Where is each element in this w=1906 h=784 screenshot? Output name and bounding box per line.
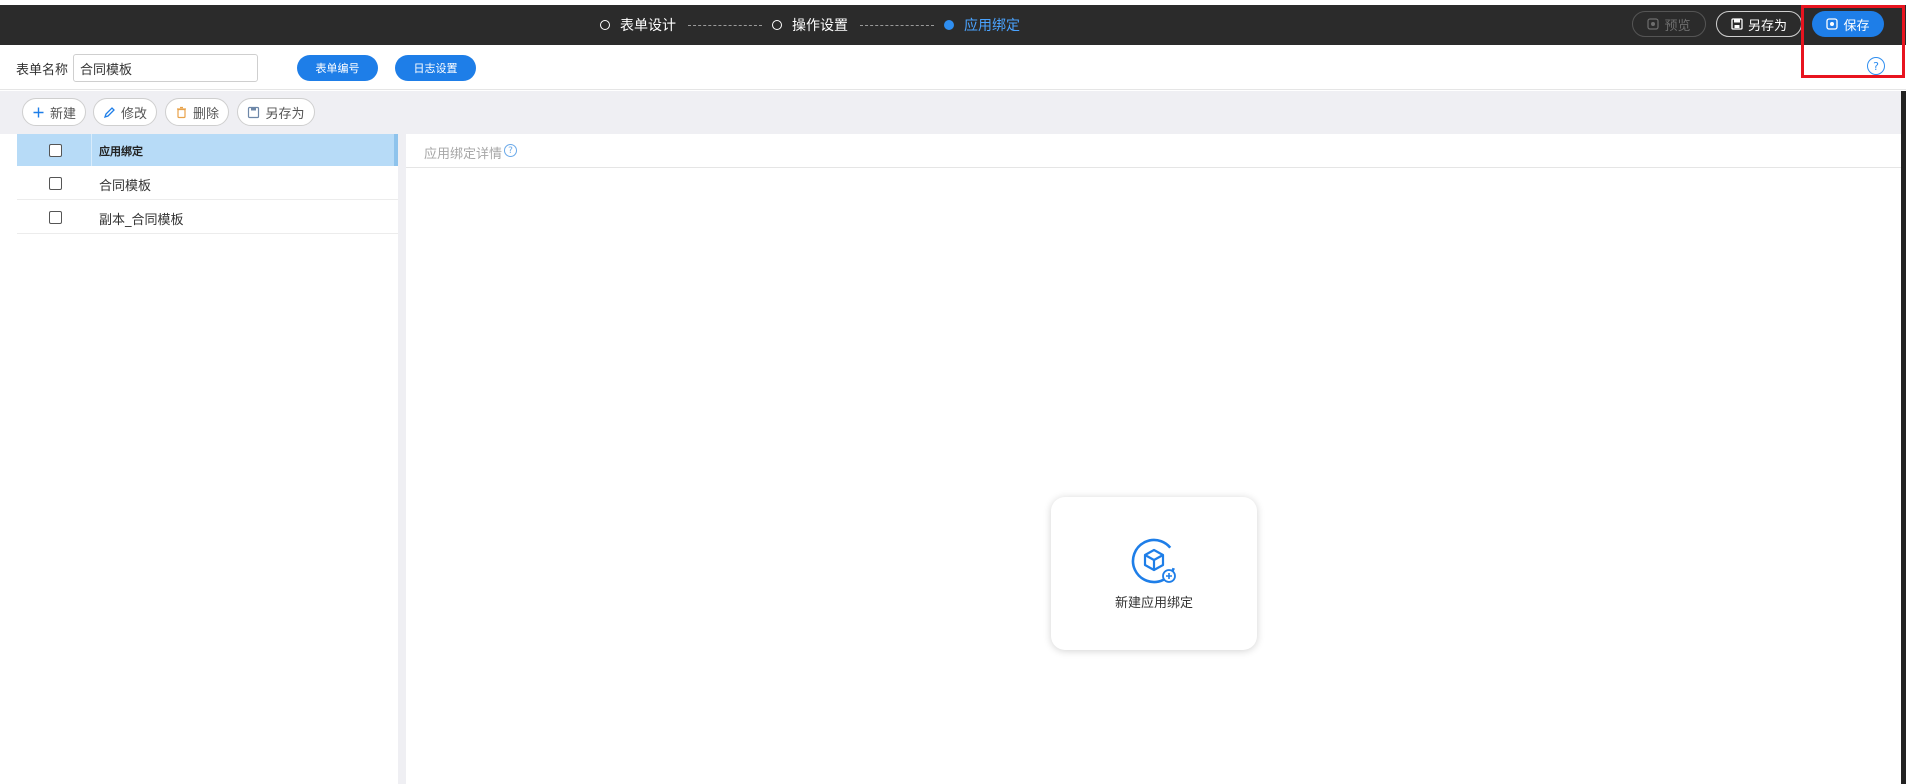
list-header-title: 应用绑定: [99, 145, 143, 158]
preview-label: 预览: [1664, 18, 1691, 34]
list-item[interactable]: 副本_合同模板: [17, 200, 398, 234]
step-operation-settings[interactable]: 操作设置: [772, 15, 848, 35]
save-as-icon: [1731, 18, 1743, 30]
trash-icon: [176, 106, 186, 118]
new-binding-label: 新建应用绑定: [1114, 596, 1193, 611]
binding-detail-panel: 应用绑定详情 ? 新建应用绑定: [406, 134, 1901, 784]
edit-button[interactable]: 修改: [93, 98, 157, 126]
plus-icon: [33, 107, 44, 117]
step-label: 表单设计: [620, 18, 676, 34]
step-dot-icon: [600, 20, 610, 30]
window-edge: [1901, 91, 1906, 784]
detail-title: 应用绑定详情: [424, 147, 503, 162]
new-button[interactable]: 新建: [22, 98, 86, 126]
toolbar-save-as-label: 另存为: [265, 106, 305, 122]
step-dot-icon: [772, 20, 782, 30]
step-form-design[interactable]: 表单设计: [600, 15, 676, 35]
preview-button[interactable]: 预览: [1632, 11, 1706, 37]
list-item-label: 合同模板: [99, 179, 152, 194]
header-divider: [91, 134, 92, 166]
save-as-label: 另存为: [1747, 18, 1787, 34]
row-checkbox[interactable]: [49, 177, 62, 190]
form-name-label: 表单名称: [16, 63, 69, 78]
top-bar: 表单设计 操作设置 应用绑定 预览 另存为 保存: [0, 5, 1906, 45]
delete-label: 删除: [192, 106, 219, 122]
save-as-icon: [248, 106, 260, 118]
form-number-button[interactable]: 表单编号: [297, 55, 378, 81]
save-as-button[interactable]: 另存为: [1716, 11, 1802, 37]
list-item-label: 副本_合同模板: [99, 213, 184, 228]
form-name-input[interactable]: [73, 54, 258, 82]
list-item[interactable]: 合同模板: [17, 166, 398, 200]
row-checkbox[interactable]: [49, 211, 62, 224]
step-app-binding[interactable]: 应用绑定: [944, 15, 1020, 35]
toolbar: 新建 修改 删除 另存为: [0, 91, 1906, 134]
step-indicator: 表单设计 操作设置 应用绑定: [600, 5, 1020, 45]
log-settings-button[interactable]: 日志设置: [395, 55, 476, 81]
step-label: 操作设置: [792, 18, 848, 34]
step-separator: [860, 24, 934, 26]
question-icon[interactable]: ?: [504, 144, 517, 157]
edit-icon: [103, 106, 115, 118]
panel-divider[interactable]: [398, 134, 406, 784]
delete-button[interactable]: 删除: [165, 98, 229, 126]
cube-add-icon: [1131, 538, 1177, 584]
binding-list-panel: 应用绑定 合同模板 副本_合同模板: [17, 134, 398, 784]
step-label: 应用绑定: [964, 18, 1020, 34]
select-all-checkbox[interactable]: [49, 144, 62, 157]
new-label: 新建: [49, 106, 76, 122]
edit-label: 修改: [120, 106, 147, 122]
highlight-box: [1801, 5, 1905, 78]
detail-header: 应用绑定详情 ?: [406, 134, 1901, 168]
step-separator: [688, 24, 762, 26]
step-dot-active-icon: [944, 20, 954, 30]
form-header-row: 表单名称 表单编号 日志设置 ?: [0, 45, 1906, 90]
toolbar-save-as-button[interactable]: 另存为: [237, 98, 315, 126]
list-header: 应用绑定: [17, 134, 398, 166]
new-binding-card[interactable]: 新建应用绑定: [1051, 497, 1257, 650]
preview-icon: [1647, 18, 1660, 30]
